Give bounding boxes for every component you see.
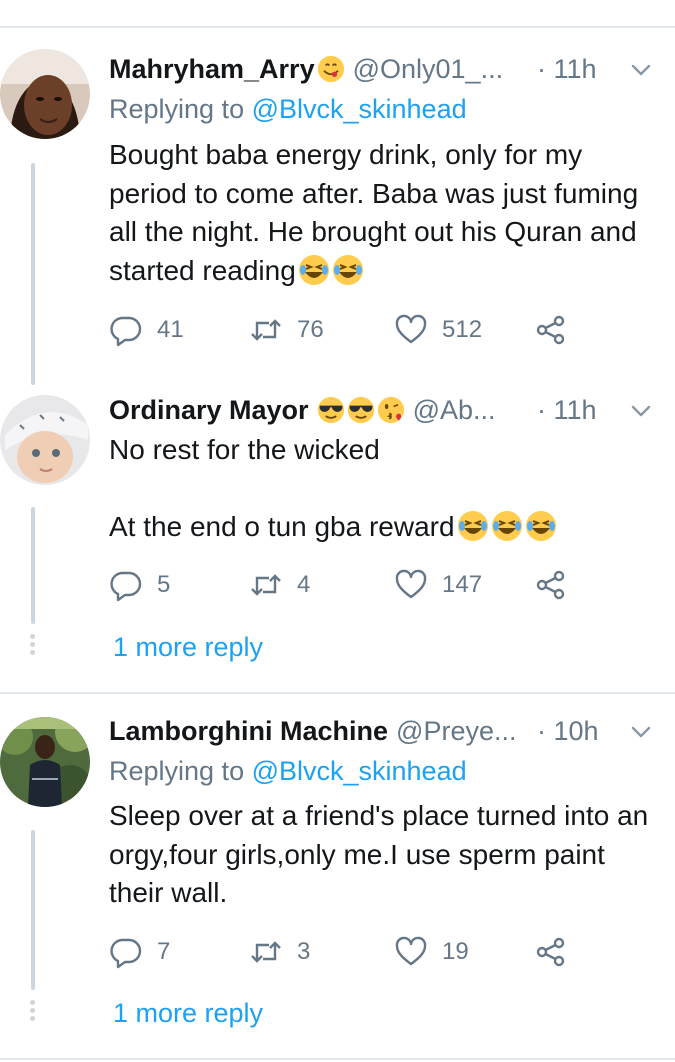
retweet-count: 4 — [297, 571, 311, 598]
reply-icon — [110, 571, 142, 602]
replying-to: Replying to @Blvck_skinhead — [109, 756, 467, 787]
laughing-tears-emoji — [525, 510, 557, 542]
retweet-icon — [251, 319, 281, 341]
handle[interactable]: @Only01_... — [353, 54, 503, 85]
like-button[interactable]: 512 — [394, 310, 482, 350]
tweet-text-line-1: No rest for the wicked — [109, 434, 380, 465]
share-icon — [536, 315, 565, 345]
reply-count: 41 — [157, 316, 184, 343]
display-name[interactable]: Ordinary Mayor — [109, 395, 309, 426]
laughing-tears-emoji — [491, 510, 523, 542]
reply-count: 7 — [157, 938, 171, 965]
avatar-ordinary-mayor[interactable] — [0, 395, 90, 485]
sunglasses-emoji — [317, 396, 345, 424]
avatar-lamborghini-machine[interactable] — [0, 717, 90, 807]
tweet-header: Lamborghini Machine @Preye... — [109, 713, 516, 749]
handle[interactable]: @Ab... — [413, 395, 496, 426]
laughing-tears-emoji — [298, 254, 330, 286]
top-divider — [0, 26, 675, 28]
more-replies-link[interactable]: 1 more reply — [113, 632, 263, 663]
retweet-button[interactable]: 3 — [249, 932, 310, 972]
like-button[interactable]: 19 — [394, 932, 469, 972]
handle[interactable]: @Preye... — [396, 716, 516, 747]
like-count: 147 — [442, 571, 483, 598]
share-icon — [536, 937, 565, 967]
laughing-tears-emoji — [332, 254, 364, 286]
thread-dots — [30, 1000, 36, 1024]
replying-to-label: Replying to — [109, 756, 252, 786]
tweet-text-line-2: At the end o tun gba reward — [109, 511, 455, 542]
like-count: 512 — [442, 316, 483, 343]
display-name[interactable]: Lamborghini Machine — [109, 716, 388, 747]
more-replies-link[interactable]: 1 more reply — [113, 998, 263, 1029]
timestamp[interactable]: · 10h — [537, 713, 599, 749]
retweet-icon — [251, 574, 281, 596]
reply-button[interactable]: 41 — [109, 310, 184, 350]
retweet-icon — [251, 941, 281, 963]
thread-dots — [30, 634, 36, 658]
reply-button[interactable]: 7 — [109, 932, 170, 972]
reply-icon — [110, 316, 142, 347]
tweet-text: Bought baba energy drink, only for my pe… — [109, 136, 654, 290]
replying-to-label: Replying to — [109, 94, 252, 124]
thread-line — [31, 830, 35, 990]
chevron-down-icon[interactable] — [630, 400, 652, 422]
tweet-text-content: Sleep over at a friend's place turned in… — [109, 800, 649, 908]
tweet-actions: 41 76 512 — [109, 310, 589, 350]
tweet-header: Ordinary Mayor @Ab... — [109, 392, 496, 428]
display-name[interactable]: Mahryham_Arry — [109, 54, 315, 85]
sunglasses-emoji — [347, 396, 375, 424]
heart-icon — [395, 314, 427, 344]
like-button[interactable]: 147 — [394, 565, 482, 605]
tweet-text-content: Bought baba energy drink, only for my pe… — [109, 139, 639, 286]
tweet-header: Mahryham_Arry @Only01_... — [109, 51, 503, 87]
retweet-button[interactable]: 4 — [249, 565, 310, 605]
kiss-emoji — [377, 396, 405, 424]
replying-to: Replying to @Blvck_skinhead — [109, 94, 467, 125]
yum-emoji — [317, 55, 345, 83]
timestamp[interactable]: · 11h — [537, 51, 597, 87]
tweet-text: No rest for the wicked At the end o tun … — [109, 431, 654, 547]
thread-line — [31, 163, 35, 385]
share-button[interactable] — [534, 565, 568, 605]
share-button[interactable] — [534, 310, 568, 350]
retweet-button[interactable]: 76 — [249, 310, 324, 350]
chevron-down-icon[interactable] — [630, 721, 652, 743]
tweet-actions: 5 4 147 — [109, 565, 589, 605]
timestamp[interactable]: · 11h — [537, 392, 597, 428]
bottom-divider — [0, 1058, 675, 1060]
tweet-actions: 7 3 19 — [109, 932, 589, 972]
share-button[interactable] — [534, 932, 568, 972]
heart-icon — [395, 936, 427, 966]
retweet-count: 76 — [297, 316, 324, 343]
chevron-down-icon[interactable] — [630, 59, 652, 81]
laughing-tears-emoji — [457, 510, 489, 542]
reply-icon — [110, 938, 142, 969]
heart-icon — [395, 569, 427, 599]
replying-to-link[interactable]: @Blvck_skinhead — [252, 94, 467, 124]
tweet-text: Sleep over at a friend's place turned in… — [109, 797, 654, 913]
divider — [0, 692, 675, 694]
like-count: 19 — [442, 938, 469, 965]
replying-to-link[interactable]: @Blvck_skinhead — [252, 756, 467, 786]
retweet-count: 3 — [297, 938, 311, 965]
share-icon — [536, 570, 565, 600]
thread-line — [31, 507, 35, 624]
reply-button[interactable]: 5 — [109, 565, 170, 605]
reply-count: 5 — [157, 571, 171, 598]
avatar-mahryham[interactable] — [0, 49, 90, 139]
